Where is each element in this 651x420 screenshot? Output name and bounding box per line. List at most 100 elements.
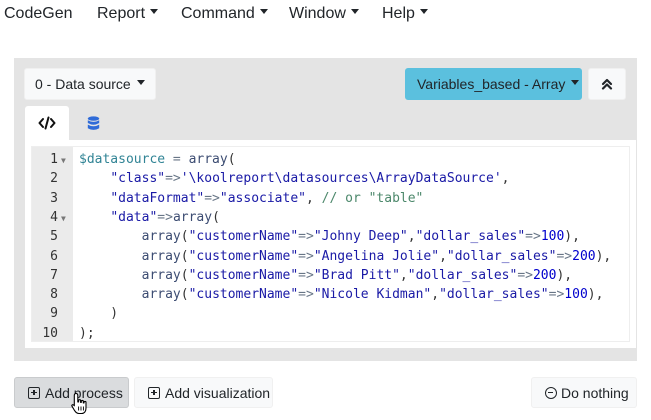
code-line[interactable]: 3 "dataFormat"=>"associate", // or "tabl… [32,189,629,208]
code-text: array("customerName"=>"Nicole Kidman","d… [79,285,604,304]
code-token: "Johny Deep" [313,229,408,245]
code-token: ( [180,229,189,245]
code-token: = [165,152,189,167]
line-number: 7 [50,267,58,283]
code-line[interactable]: 4 ▼ "data"=>array( [32,208,629,227]
caret-down-icon [259,9,268,15]
code-token: "dollar_sales" [415,229,526,245]
code-token: "dollar_sales" [439,287,549,303]
code-token: => [204,190,220,206]
code-token: "Nicole Kidman" [313,287,432,303]
line-number: 3 [50,190,58,206]
variables-dropdown[interactable]: Variables_based - Array [405,68,582,100]
code-token: ) [79,306,119,322]
line-number: 6 [50,248,58,264]
code-token: "associate" [219,190,306,206]
code-text: $datasource = array( [79,150,236,169]
variables-dropdown-label: Variables_based - Array [417,76,566,92]
code-token: => [556,248,573,264]
code-token: ( [180,287,189,303]
code-token: , [399,267,408,283]
fold-toggle-icon[interactable]: ▼ [61,209,66,228]
menu-command[interactable]: Command [181,5,268,23]
code-editor[interactable]: 1 ▼ $datasource = array(2 "class"=>'\koolr… [25,140,636,348]
code-line[interactable]: 9 ) [32,304,629,323]
code-line[interactable]: 6 array("customerName"=>"Angelina Jolie"… [32,247,629,266]
code-line[interactable]: 1 ▼ $datasource = array( [32,150,629,169]
caret-down-icon [136,79,145,85]
plus-square-icon [148,386,160,399]
code-line[interactable]: 2 "class"=>'\koolreport\datasources\Arra… [32,169,629,188]
code-token: => [517,267,533,283]
code-token: ( [212,209,220,225]
code-token: '\koolreport\datasources\ArrayDataSource… [180,171,502,187]
app-brand[interactable]: CodeGen [4,5,73,23]
code-token: "customerName" [188,248,299,264]
code-token: , [431,287,440,303]
code-line[interactable]: 5 array("customerName"=>"Johny Deep","do… [32,227,629,246]
code-token: => [165,171,181,187]
caret-down-icon [150,9,159,15]
code-token: array [141,248,181,264]
code-token: array [141,287,181,303]
code-text: ) [79,304,118,323]
code-token: "Brad Pitt" [313,267,400,283]
line-number: 4 [50,209,58,225]
code-text: "dataFormat"=>"associate", // or "table" [79,189,423,208]
caret-down-icon [419,9,428,15]
code-token: ), [564,229,580,245]
menu-window[interactable]: Window [289,5,359,23]
datasource-dropdown-label: 0 - Data source [35,76,131,92]
code-token: ), [556,267,573,283]
datasource-dropdown[interactable]: 0 - Data source [24,68,156,100]
code-token: ), [595,248,612,264]
line-number: 9 [50,306,58,322]
code-token: => [548,287,565,303]
code-token: ( [180,248,189,264]
code-token: // or "table" [321,190,424,206]
hand-cursor-icon [71,392,87,415]
do-nothing-button[interactable]: Do nothing [531,377,637,408]
code-line[interactable]: 10); [32,324,629,343]
code-token: => [157,209,173,225]
fold-toggle-icon[interactable]: ▼ [61,151,66,170]
code-text: "class"=>'\koolreport\datasources\ArrayD… [79,169,509,188]
code-token: 200 [532,267,557,283]
line-number: 10 [42,325,58,341]
datasource-panel: 0 - Data source Variables_based - Array … [14,58,637,361]
code-token: ), [587,287,604,303]
code-token: 100 [540,229,565,245]
collapse-button[interactable] [588,68,626,100]
code-token: => [298,248,314,264]
menu-report[interactable]: Report [97,5,159,23]
code-token: "dollar_sales" [446,248,557,264]
code-token: ( [227,152,236,167]
code-token: array [172,209,213,225]
line-number: 2 [50,171,58,187]
code-editor-content[interactable]: 1 ▼ $datasource = array(2 "class"=>'\koolr… [31,146,630,342]
code-token: => [298,267,314,283]
code-token: "data" [110,209,158,225]
code-token: array [141,267,181,283]
code-token: $datasource [79,152,166,167]
code-token: => [298,287,314,303]
code-text: "data"=>array( [79,208,220,227]
angles-up-icon [601,78,613,90]
menu-help[interactable]: Help [382,5,428,23]
code-token: , [305,190,322,206]
code-icon [38,116,56,130]
code-line[interactable]: 7 array("customerName"=>"Brad Pitt","dol… [32,266,629,285]
code-token: => [525,229,541,245]
tab-database[interactable] [71,106,115,140]
code-token: 200 [572,248,596,264]
add-visualization-button[interactable]: Add visualization [134,377,273,408]
plus-square-icon [28,386,40,399]
tab-code[interactable] [25,106,69,140]
code-token: ); [79,325,95,341]
code-line[interactable]: 8 array("customerName"=>"Nicole Kidman",… [32,285,629,304]
